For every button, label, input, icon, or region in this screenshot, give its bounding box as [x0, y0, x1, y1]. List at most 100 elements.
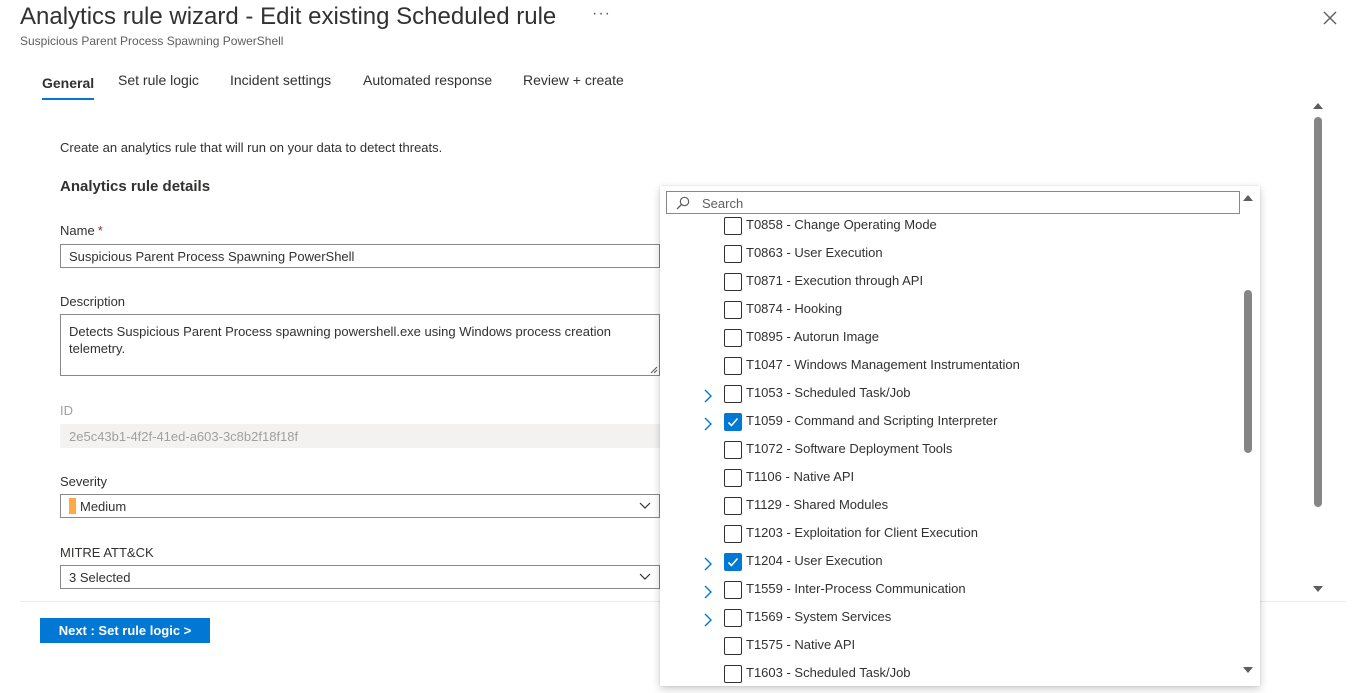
tab-incident-settings[interactable]: Incident settings — [230, 72, 331, 98]
checkmark-icon — [727, 557, 739, 567]
name-label: Name * — [60, 223, 103, 238]
list-item[interactable]: T0895 - Autorun Image — [660, 326, 1240, 354]
checkbox[interactable] — [724, 525, 742, 543]
page-subtitle: Suspicious Parent Process Spawning Power… — [20, 34, 284, 48]
list-item[interactable]: T1204 - User Execution — [660, 550, 1240, 578]
mitre-value: 3 Selected — [69, 570, 131, 585]
tab-review-create[interactable]: Review + create — [523, 72, 624, 98]
list-item[interactable]: T1059 - Command and Scripting Interprete… — [660, 410, 1240, 438]
chevron-right-icon[interactable] — [702, 585, 714, 599]
chevron-down-icon — [639, 573, 651, 580]
list-item-label: T1203 - Exploitation for Client Executio… — [746, 525, 978, 540]
checkbox[interactable] — [724, 273, 742, 291]
close-icon[interactable] — [1320, 8, 1340, 28]
list-item[interactable]: T0858 - Change Operating Mode — [660, 214, 1240, 242]
next-button[interactable]: Next : Set rule logic > — [40, 618, 210, 643]
list-item-label: T0863 - User Execution — [746, 245, 883, 260]
description-label: Description — [60, 294, 126, 309]
list-item[interactable]: T1053 - Scheduled Task/Job — [660, 382, 1240, 410]
chevron-right-icon[interactable] — [702, 613, 714, 627]
list-item-label: T1059 - Command and Scripting Interprete… — [746, 413, 998, 428]
tab-general[interactable]: General — [42, 75, 95, 101]
list-item-label: T0874 - Hooking — [746, 301, 843, 316]
chevron-right-icon[interactable] — [702, 417, 714, 431]
checkbox[interactable] — [724, 665, 742, 683]
mitre-dropdown-panel: Search T0858 - Change Operating Mode T086… — [660, 186, 1260, 686]
checkbox[interactable] — [724, 245, 742, 263]
list-item[interactable]: T0874 - Hooking — [660, 298, 1240, 326]
list-item-label: T1569 - System Services — [746, 609, 892, 624]
scrollbar-thumb[interactable] — [1244, 290, 1252, 453]
list-item-label: T1603 - Scheduled Task/Job — [746, 665, 911, 680]
list-item[interactable]: T1203 - Exploitation for Client Executio… — [660, 522, 1240, 550]
checkbox[interactable] — [724, 497, 742, 515]
scroll-up-icon[interactable] — [1313, 103, 1323, 109]
list-item-label: T0871 - Execution through API — [746, 273, 924, 288]
list-item[interactable]: T1559 - Inter-Process Communication — [660, 578, 1240, 606]
description-text: Detects Suspicious Parent Process spawni… — [69, 324, 611, 356]
checkbox[interactable] — [724, 329, 742, 347]
list-item[interactable]: T1569 - System Services — [660, 606, 1240, 634]
scroll-down-icon[interactable] — [1243, 667, 1253, 673]
checkbox[interactable] — [724, 637, 742, 655]
list-item-label: T1072 - Software Deployment Tools — [746, 441, 953, 456]
checkbox[interactable] — [724, 357, 742, 375]
resize-handle-icon[interactable] — [650, 366, 658, 374]
severity-color-swatch — [69, 498, 76, 514]
page-title: Analytics rule wizard - Edit existing Sc… — [20, 3, 557, 30]
mitre-search-input[interactable]: Search — [666, 191, 1240, 214]
list-item[interactable]: T1106 - Native API — [660, 466, 1240, 494]
mitre-select[interactable]: 3 Selected — [60, 565, 660, 589]
list-item[interactable]: T1047 - Windows Management Instrumentati… — [660, 354, 1240, 382]
scroll-up-icon[interactable] — [1243, 195, 1253, 201]
list-item-label: T0858 - Change Operating Mode — [746, 217, 937, 232]
list-item-label: T1047 - Windows Management Instrumentati… — [746, 357, 1020, 372]
id-label: ID — [60, 403, 73, 418]
checkbox[interactable] — [724, 217, 742, 235]
mitre-technique-list: T0858 - Change Operating Mode T0863 - Use… — [660, 212, 1240, 686]
chevron-down-icon — [639, 502, 651, 509]
list-item[interactable]: T1575 - Native API — [660, 634, 1240, 662]
list-item[interactable]: T1129 - Shared Modules — [660, 494, 1240, 522]
main-scrollbar[interactable] — [1310, 100, 1326, 597]
checkbox[interactable] — [724, 609, 742, 627]
section-title: Analytics rule details — [60, 178, 211, 195]
name-field[interactable]: Suspicious Parent Process Spawning Power… — [60, 244, 660, 268]
search-icon — [676, 196, 690, 210]
list-item-label: T1575 - Native API — [746, 637, 856, 652]
list-item[interactable]: T1603 - Scheduled Task/Job — [660, 662, 1240, 686]
checkbox[interactable] — [724, 581, 742, 599]
severity-select[interactable]: Medium — [60, 494, 660, 518]
chevron-right-icon[interactable] — [702, 389, 714, 403]
list-item[interactable]: T0863 - User Execution — [660, 242, 1240, 270]
severity-value: Medium — [80, 499, 127, 514]
checkbox[interactable] — [724, 301, 742, 319]
search-placeholder: Search — [702, 196, 744, 211]
list-item[interactable]: T1072 - Software Deployment Tools — [660, 438, 1240, 466]
checkbox[interactable] — [724, 469, 742, 487]
list-item-label: T1559 - Inter-Process Communication — [746, 581, 966, 596]
chevron-right-icon[interactable] — [702, 557, 714, 571]
mitre-label: MITRE ATT&CK — [60, 545, 154, 560]
checkbox[interactable] — [724, 413, 742, 431]
checkbox[interactable] — [724, 385, 742, 403]
checkbox[interactable] — [724, 553, 742, 571]
list-item-label: T1204 - User Execution — [746, 553, 883, 568]
intro-text: Create an analytics rule that will run o… — [60, 140, 443, 155]
tab-automated-response[interactable]: Automated response — [363, 72, 492, 98]
checkbox[interactable] — [724, 441, 742, 459]
scroll-down-icon[interactable] — [1313, 586, 1323, 592]
tab-set-rule-logic[interactable]: Set rule logic — [118, 72, 199, 98]
list-item-label: T1053 - Scheduled Task/Job — [746, 385, 911, 400]
checkmark-icon — [727, 417, 739, 427]
description-field[interactable]: Detects Suspicious Parent Process spawni… — [60, 314, 660, 376]
scrollbar-thumb[interactable] — [1314, 117, 1322, 507]
more-options-button[interactable]: ··· — [592, 5, 611, 23]
list-item-label: T0895 - Autorun Image — [746, 329, 879, 344]
required-mark: * — [97, 223, 103, 238]
list-item[interactable]: T0871 - Execution through API — [660, 270, 1240, 298]
dropdown-scrollbar[interactable] — [1240, 186, 1256, 686]
id-field: 2e5c43b1-4f2f-41ed-a603-3c8b2f18f18f — [60, 424, 660, 448]
severity-label: Severity — [60, 474, 107, 489]
name-label-text: Name — [60, 223, 95, 238]
